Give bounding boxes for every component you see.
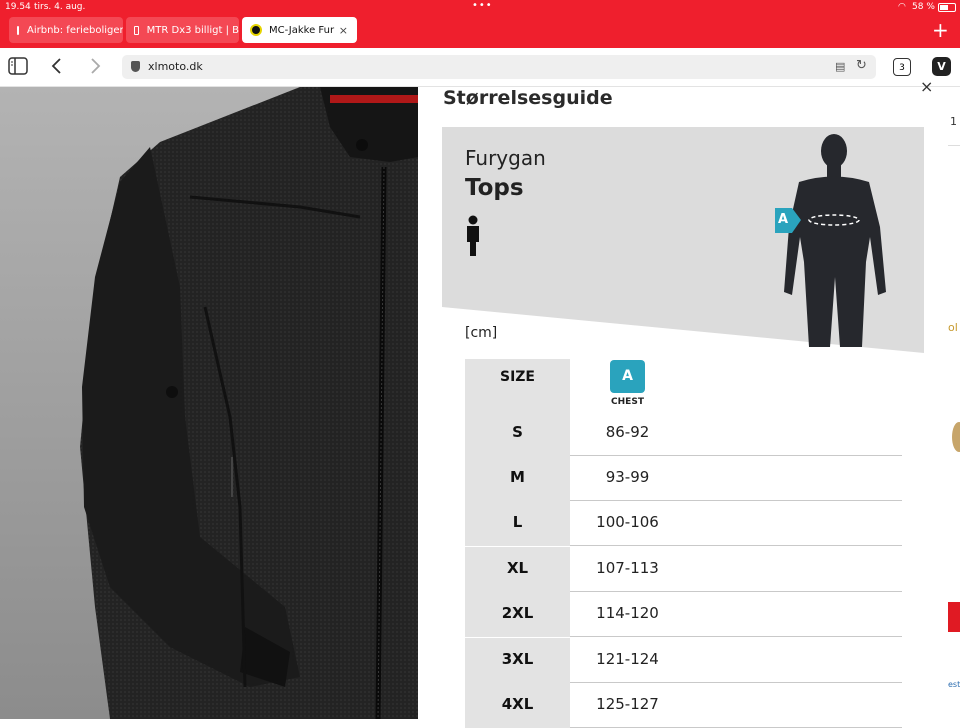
address-bar[interactable]: xlmoto.dk ▤ ↻ bbox=[122, 55, 876, 79]
chest-cell: 93-99 bbox=[605, 468, 650, 486]
page-fragment-text: ol bbox=[948, 321, 958, 334]
measure-a-badge: A bbox=[610, 360, 645, 393]
brand-name: Furygan bbox=[465, 146, 546, 170]
size-cell: 4XL bbox=[465, 683, 570, 728]
browser-toolbar: xlmoto.dk ▤ ↻ 3 V bbox=[0, 48, 960, 87]
product-photo bbox=[0, 87, 418, 719]
chest-cell: 114-120 bbox=[596, 604, 659, 622]
tab-label: Airbnb: ferieboliger bbox=[27, 24, 123, 36]
page-fragment-text: 1 bbox=[950, 115, 957, 128]
sidebar-icon[interactable] bbox=[8, 57, 28, 79]
chest-cell: 107-113 bbox=[596, 559, 659, 577]
status-date: tirs. 4. aug. bbox=[34, 2, 86, 12]
reader-icon[interactable]: ▤ bbox=[835, 60, 845, 73]
status-time: 19.54 bbox=[5, 2, 31, 12]
chest-cell: 121-124 bbox=[596, 650, 659, 668]
table-row: XL 107-113 bbox=[465, 547, 902, 592]
battery-percent: 58 % bbox=[912, 2, 935, 12]
chest-cell: 86-92 bbox=[605, 423, 650, 441]
table-row: S 86-92 bbox=[465, 411, 902, 456]
forward-icon[interactable] bbox=[88, 57, 102, 79]
chest-cell: 100-106 bbox=[596, 513, 659, 531]
shield-icon bbox=[131, 61, 140, 72]
battery-icon bbox=[938, 3, 956, 12]
chest-cell: 125-127 bbox=[596, 695, 659, 713]
xlmoto-favicon-icon bbox=[250, 24, 262, 36]
size-cell: 2XL bbox=[465, 592, 570, 637]
tab-label: MTR Dx3 billigt | B bbox=[146, 24, 239, 36]
table-row: L 100-106 bbox=[465, 501, 902, 546]
size-guide-modal: Størrelsesguide × A Furygan Tops [cm] SI… bbox=[418, 77, 948, 728]
modal-title: Størrelsesguide bbox=[443, 87, 613, 109]
size-cell: M bbox=[465, 456, 570, 501]
reload-icon[interactable]: ↻ bbox=[856, 58, 867, 73]
tab-mc-jakke[interactable]: MC-Jakke Fur × bbox=[242, 17, 357, 43]
size-cell: S bbox=[465, 411, 570, 456]
unit-label: [cm] bbox=[465, 325, 498, 341]
jacket-image bbox=[0, 87, 418, 719]
page-icon bbox=[134, 25, 139, 35]
table-row: 2XL 114-120 bbox=[465, 592, 902, 637]
table-row: 4XL 125-127 bbox=[465, 683, 902, 728]
back-icon[interactable] bbox=[50, 57, 64, 79]
page-icon bbox=[17, 25, 19, 35]
size-guide-hero: A Furygan Tops bbox=[442, 127, 924, 353]
tab-label: MC-Jakke Fur bbox=[269, 24, 335, 36]
tab-airbnb[interactable]: Airbnb: ferieboliger bbox=[9, 17, 123, 43]
close-tab-icon[interactable]: × bbox=[339, 24, 348, 37]
wifi-icon: ◠ bbox=[898, 2, 906, 12]
new-tab-button[interactable]: + bbox=[932, 20, 949, 40]
multitask-dots-icon[interactable]: ••• bbox=[472, 0, 493, 11]
page-fragment-text: est bbox=[948, 680, 960, 689]
category-name: Tops bbox=[465, 175, 524, 201]
close-icon[interactable]: × bbox=[920, 77, 933, 96]
table-header: SIZE A CHEST bbox=[465, 359, 902, 411]
size-column-header: SIZE bbox=[465, 359, 570, 411]
table-row: 3XL 121-124 bbox=[465, 638, 902, 683]
page-right-edge: 1 ol est bbox=[948, 87, 960, 719]
marker-a-label: A bbox=[778, 212, 789, 227]
chest-column-header: CHEST bbox=[611, 397, 644, 407]
vivaldi-icon[interactable]: V bbox=[932, 57, 951, 76]
table-row: M 93-99 bbox=[465, 456, 902, 501]
status-bar: 19.54 tirs. 4. aug. ••• ◠ 58 % bbox=[0, 0, 960, 14]
tab-mtr[interactable]: MTR Dx3 billigt | B bbox=[126, 17, 239, 43]
person-icon bbox=[467, 215, 479, 256]
size-cell: 3XL bbox=[465, 638, 570, 683]
url-text: xlmoto.dk bbox=[148, 60, 203, 73]
size-cell: L bbox=[465, 501, 570, 546]
size-cell: XL bbox=[465, 547, 570, 592]
tab-switcher-button[interactable]: 3 bbox=[893, 58, 911, 76]
browser-tab-bar: 19.54 tirs. 4. aug. ••• ◠ 58 % Airbnb: f… bbox=[0, 0, 960, 48]
